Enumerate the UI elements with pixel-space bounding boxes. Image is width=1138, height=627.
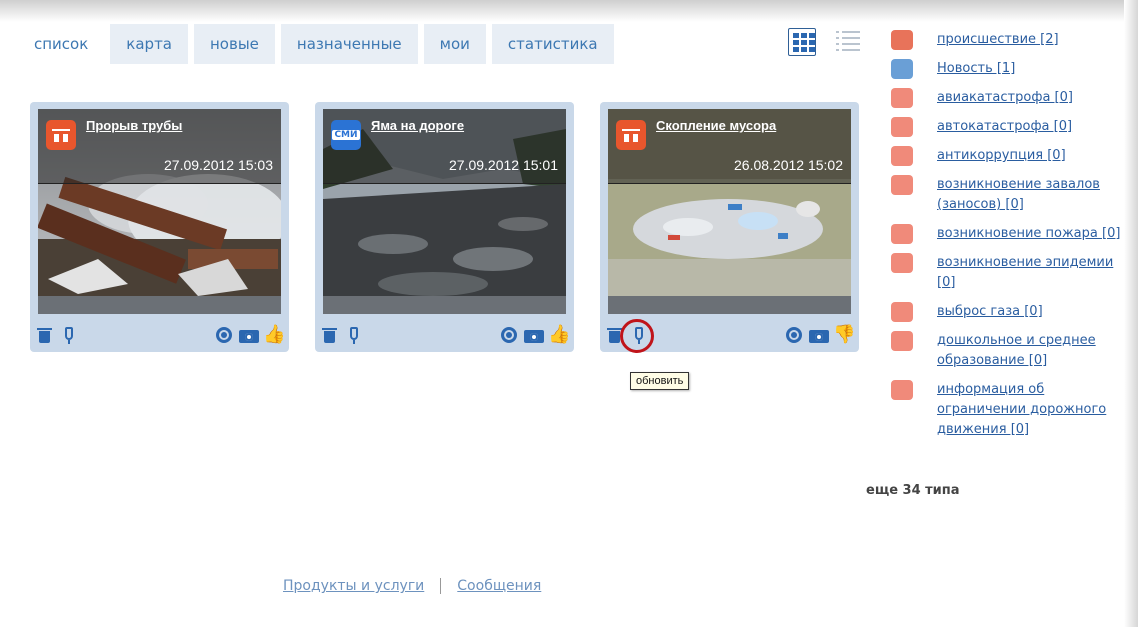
- card-title[interactable]: Прорыв трубы: [86, 118, 182, 133]
- category-link[interactable]: происшествие [2]: [937, 32, 1059, 47]
- anticorruption-icon: [891, 146, 913, 166]
- card-tools-right: 👎: [785, 326, 855, 344]
- card-date: 26.08.2012 15:02: [734, 157, 843, 173]
- list-view-icon[interactable]: [836, 31, 860, 55]
- tab-list[interactable]: список: [18, 24, 105, 64]
- car-crash-icon: [891, 117, 913, 137]
- plane-crash-icon: [891, 88, 913, 108]
- tab-new[interactable]: новые: [194, 24, 275, 64]
- camera-icon[interactable]: [809, 326, 829, 344]
- category-link[interactable]: возникновение завалов (заносов) [0]: [937, 177, 1100, 212]
- incident-icon: [46, 120, 76, 150]
- tooltip: обновить: [630, 372, 690, 390]
- target-icon[interactable]: [500, 326, 518, 344]
- category-link[interactable]: выброс газа [0]: [937, 304, 1043, 319]
- list-item[interactable]: Новость [1]: [891, 57, 1121, 79]
- category-link[interactable]: возникновение пожара [0]: [937, 226, 1120, 241]
- list-item[interactable]: антикоррупция [0]: [891, 144, 1121, 166]
- card-tools-right: 👍: [215, 326, 285, 344]
- highlight-circle: [620, 319, 654, 353]
- category-link[interactable]: Новость [1]: [937, 61, 1015, 76]
- card-tools-left: [321, 326, 363, 344]
- gas-icon: [891, 302, 913, 322]
- photo-footer-bar: [608, 296, 851, 314]
- tab-map[interactable]: карта: [110, 24, 188, 64]
- card-date: 27.09.2012 15:03: [164, 157, 273, 173]
- list-item[interactable]: возникновение эпидемии [0]: [891, 251, 1121, 291]
- tab-mine[interactable]: мои: [423, 24, 486, 64]
- view-tabs: список карта новые назначенные мои стати…: [18, 24, 620, 64]
- incident-card: Прорыв трубы 27.09.2012 15:03 👍: [30, 102, 289, 352]
- footer-separator: [440, 578, 442, 594]
- smi-news-icon: СМИ: [331, 120, 361, 150]
- card-title[interactable]: Яма на дороге: [371, 118, 464, 133]
- tab-statistics[interactable]: статистика: [491, 24, 614, 64]
- frame-shadow: [0, 0, 1138, 22]
- category-link[interactable]: авиакатастрофа [0]: [937, 90, 1073, 105]
- blockage-icon: [891, 175, 913, 195]
- news-icon: [891, 59, 913, 79]
- category-link[interactable]: информация об ограничении дорожного движ…: [937, 382, 1106, 437]
- camera-icon[interactable]: [239, 326, 259, 344]
- page-frame: список карта новые назначенные мои стати…: [0, 0, 1138, 627]
- incident-photo[interactable]: Прорыв трубы 27.09.2012 15:03: [38, 109, 281, 314]
- list-item[interactable]: выброс газа [0]: [891, 300, 1121, 322]
- category-list: происшествие [2] Новость [1] авиакатастр…: [891, 28, 1121, 447]
- main-content: список карта новые назначенные мои стати…: [18, 22, 1124, 627]
- tab-assigned[interactable]: назначенные: [280, 24, 418, 64]
- footer: Продукты и услуги Сообщения: [283, 578, 541, 594]
- trash-icon[interactable]: [36, 326, 54, 344]
- camera-icon[interactable]: [524, 326, 544, 344]
- more-types-link[interactable]: еще 34 типа: [866, 483, 960, 498]
- list-item[interactable]: информация об ограничении дорожного движ…: [891, 378, 1121, 438]
- thumbs-up-icon[interactable]: 👍: [548, 326, 570, 344]
- photo-footer-bar: [323, 296, 566, 314]
- photo-footer-bar: [38, 296, 281, 314]
- trash-icon[interactable]: [321, 326, 339, 344]
- incident-card: СМИ Яма на дороге 27.09.2012 15:01 👍: [315, 102, 574, 352]
- incident-photo[interactable]: Скопление мусора 26.08.2012 15:02: [608, 109, 851, 314]
- frame-shadow-right: [1124, 0, 1138, 627]
- card-tools-right: 👍: [500, 326, 570, 344]
- category-link[interactable]: возникновение эпидемии [0]: [937, 255, 1113, 290]
- category-link[interactable]: антикоррупция [0]: [937, 148, 1066, 163]
- list-item[interactable]: автокатастрофа [0]: [891, 115, 1121, 137]
- list-item[interactable]: авиакатастрофа [0]: [891, 86, 1121, 108]
- category-link[interactable]: автокатастрофа [0]: [937, 119, 1072, 134]
- list-item[interactable]: дошкольное и среднее образование [0]: [891, 329, 1121, 369]
- target-icon[interactable]: [215, 326, 233, 344]
- incident-icon: [891, 30, 913, 50]
- category-link[interactable]: дошкольное и среднее образование [0]: [937, 333, 1096, 368]
- target-icon[interactable]: [785, 326, 803, 344]
- refresh-pin-icon[interactable]: [345, 326, 363, 344]
- card-title[interactable]: Скопление мусора: [656, 118, 776, 133]
- footer-products-link[interactable]: Продукты и услуги: [283, 578, 424, 594]
- education-icon: [891, 331, 913, 351]
- thumbs-down-icon[interactable]: 👎: [833, 326, 855, 344]
- incident-photo[interactable]: СМИ Яма на дороге 27.09.2012 15:01: [323, 109, 566, 314]
- list-item[interactable]: происшествие [2]: [891, 28, 1121, 50]
- incident-card: Скопление мусора 26.08.2012 15:02 👎: [600, 102, 859, 352]
- thumbs-up-icon[interactable]: 👍: [263, 326, 285, 344]
- fire-icon: [891, 224, 913, 244]
- biohazard-icon: [891, 253, 913, 273]
- list-item[interactable]: возникновение завалов (заносов) [0]: [891, 173, 1121, 213]
- road-restriction-icon: [891, 380, 913, 400]
- refresh-pin-icon[interactable]: [60, 326, 78, 344]
- card-tools-left: [36, 326, 78, 344]
- list-item[interactable]: возникновение пожара [0]: [891, 222, 1121, 244]
- grid-view-icon[interactable]: [788, 28, 816, 56]
- card-date: 27.09.2012 15:01: [449, 157, 558, 173]
- footer-messages-link[interactable]: Сообщения: [457, 578, 541, 594]
- incident-icon: [616, 120, 646, 150]
